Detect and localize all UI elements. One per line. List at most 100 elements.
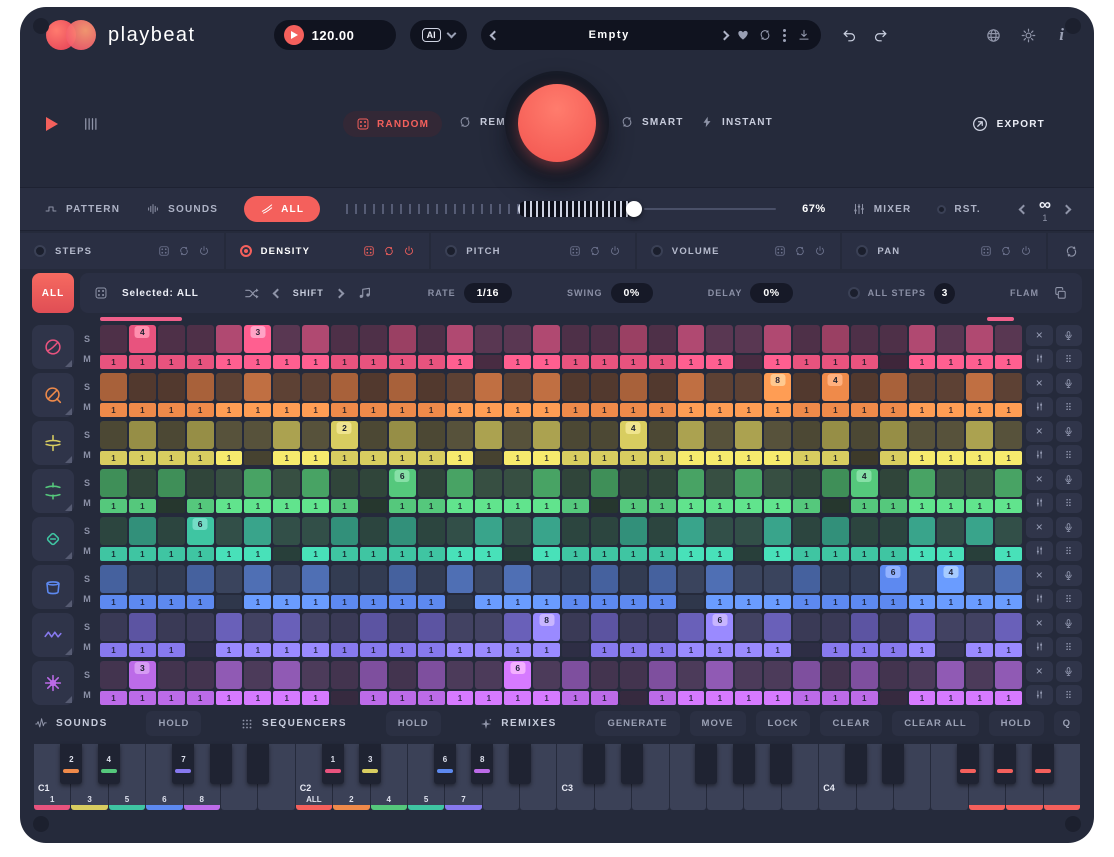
step-cell[interactable] bbox=[591, 517, 618, 545]
density-cell[interactable]: 1 bbox=[735, 499, 762, 513]
density-cell[interactable]: 1 bbox=[735, 403, 762, 417]
density-cell[interactable]: 1 bbox=[706, 403, 733, 417]
density-cell[interactable]: 1 bbox=[735, 643, 762, 657]
step-cell[interactable] bbox=[822, 565, 849, 593]
density-cell[interactable]: 1 bbox=[389, 451, 416, 465]
density-cell[interactable]: 1 bbox=[880, 547, 907, 561]
step-cell[interactable] bbox=[966, 373, 993, 401]
step-cell[interactable] bbox=[158, 517, 185, 545]
step-cell[interactable] bbox=[735, 613, 762, 641]
black-key[interactable]: 3 bbox=[359, 744, 381, 784]
black-key[interactable]: 6 bbox=[434, 744, 456, 784]
pattern-all-button[interactable]: ALL bbox=[244, 196, 320, 222]
track-sample-button[interactable] bbox=[1056, 421, 1083, 442]
step-cell[interactable] bbox=[187, 421, 214, 449]
step-cell[interactable]: 8 bbox=[533, 613, 560, 641]
density-cell[interactable]: 1 bbox=[273, 643, 300, 657]
step-cell[interactable] bbox=[909, 421, 936, 449]
mute-button[interactable]: M bbox=[78, 355, 96, 364]
density-cell[interactable]: 1 bbox=[244, 355, 271, 369]
clear-all-button[interactable]: CLEAR ALL bbox=[892, 711, 978, 736]
loop-region-bar[interactable] bbox=[100, 317, 1014, 322]
density-cell[interactable]: 1 bbox=[995, 403, 1022, 417]
density-cell[interactable]: 1 bbox=[909, 451, 936, 465]
density-cell[interactable]: 1 bbox=[129, 499, 156, 513]
density-cell[interactable]: 1 bbox=[678, 643, 705, 657]
density-cell[interactable]: 1 bbox=[620, 355, 647, 369]
step-cell[interactable] bbox=[475, 613, 502, 641]
step-cell[interactable] bbox=[793, 421, 820, 449]
density-cell[interactable]: 1 bbox=[158, 691, 185, 705]
mute-button[interactable]: M bbox=[78, 403, 96, 412]
track-icon-cell[interactable] bbox=[32, 661, 74, 705]
density-cell[interactable]: 1 bbox=[418, 403, 445, 417]
density-cell[interactable]: 1 bbox=[244, 595, 271, 609]
density-cell[interactable] bbox=[158, 499, 185, 513]
density-cell[interactable]: 1 bbox=[995, 691, 1022, 705]
density-cell[interactable]: 1 bbox=[909, 547, 936, 561]
density-cell[interactable]: 1 bbox=[793, 499, 820, 513]
play-button[interactable] bbox=[46, 117, 58, 131]
density-cell[interactable]: 1 bbox=[591, 643, 618, 657]
density-cell[interactable]: 1 bbox=[562, 355, 589, 369]
density-cell[interactable]: 1 bbox=[822, 355, 849, 369]
density-cell[interactable]: 1 bbox=[187, 595, 214, 609]
mute-button[interactable]: M bbox=[78, 499, 96, 508]
density-cell[interactable]: 1 bbox=[158, 355, 185, 369]
step-cell[interactable] bbox=[678, 517, 705, 545]
density-cell[interactable]: 1 bbox=[129, 595, 156, 609]
step-cell[interactable]: 4 bbox=[129, 325, 156, 353]
density-cell[interactable]: 1 bbox=[562, 547, 589, 561]
step-cell[interactable] bbox=[504, 613, 531, 641]
track-clear-button[interactable]: × bbox=[1026, 661, 1053, 682]
solo-button[interactable]: S bbox=[78, 335, 96, 344]
density-cell[interactable]: 1 bbox=[706, 499, 733, 513]
step-cell[interactable] bbox=[360, 661, 387, 689]
density-cell[interactable] bbox=[562, 643, 589, 657]
tab-steps[interactable]: STEPS bbox=[20, 233, 224, 269]
step-cell[interactable] bbox=[100, 661, 127, 689]
dice-icon[interactable] bbox=[94, 286, 108, 300]
step-cell[interactable] bbox=[244, 517, 271, 545]
step-cell[interactable] bbox=[158, 469, 185, 497]
density-cell[interactable]: 1 bbox=[360, 403, 387, 417]
step-cell[interactable] bbox=[591, 325, 618, 353]
mute-button[interactable]: M bbox=[78, 691, 96, 700]
density-cell[interactable]: 1 bbox=[620, 451, 647, 465]
step-cell[interactable] bbox=[851, 421, 878, 449]
black-key[interactable] bbox=[957, 744, 979, 784]
density-cell[interactable]: 1 bbox=[995, 643, 1022, 657]
step-cell[interactable] bbox=[475, 661, 502, 689]
solo-button[interactable]: S bbox=[78, 527, 96, 536]
density-cell[interactable]: 1 bbox=[562, 691, 589, 705]
step-cell[interactable] bbox=[331, 469, 358, 497]
step-cell[interactable] bbox=[909, 373, 936, 401]
density-cell[interactable]: 1 bbox=[129, 355, 156, 369]
density-cell[interactable]: 1 bbox=[533, 643, 560, 657]
step-cell[interactable] bbox=[302, 661, 329, 689]
step-cell[interactable]: 6 bbox=[504, 661, 531, 689]
density-cell[interactable]: 1 bbox=[591, 355, 618, 369]
density-cell[interactable]: 1 bbox=[187, 691, 214, 705]
density-cell[interactable]: 1 bbox=[360, 595, 387, 609]
step-cell[interactable] bbox=[302, 421, 329, 449]
density-cell[interactable]: 1 bbox=[331, 451, 358, 465]
density-cell[interactable]: 1 bbox=[678, 451, 705, 465]
solo-button[interactable]: S bbox=[78, 671, 96, 680]
density-cell[interactable]: 1 bbox=[418, 595, 445, 609]
density-cell[interactable]: 1 bbox=[562, 451, 589, 465]
density-cell[interactable]: 1 bbox=[937, 355, 964, 369]
step-cell[interactable]: 6 bbox=[187, 517, 214, 545]
density-cell[interactable]: 1 bbox=[216, 499, 243, 513]
density-cell[interactable] bbox=[735, 355, 762, 369]
density-cell[interactable]: 1 bbox=[793, 403, 820, 417]
tab-radio-button[interactable] bbox=[651, 245, 663, 257]
swing-value[interactable]: 0% bbox=[611, 283, 653, 303]
density-cell[interactable]: 1 bbox=[764, 595, 791, 609]
density-cell[interactable]: 1 bbox=[793, 547, 820, 561]
density-cell[interactable]: 1 bbox=[995, 451, 1022, 465]
step-cell[interactable] bbox=[678, 325, 705, 353]
track-sample-button[interactable] bbox=[1056, 325, 1083, 346]
step-cell[interactable] bbox=[591, 661, 618, 689]
step-cell[interactable] bbox=[764, 661, 791, 689]
